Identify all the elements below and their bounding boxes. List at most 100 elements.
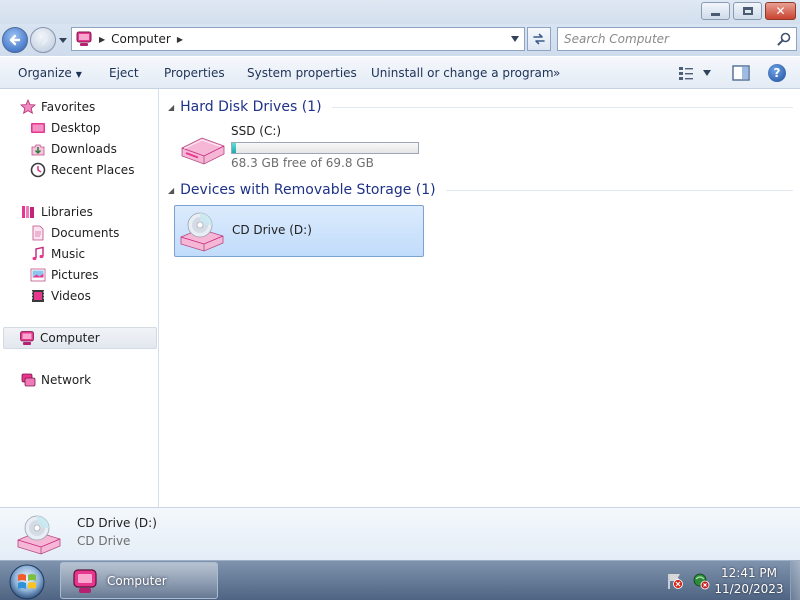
- drive-c-name: SSD (C:): [231, 124, 282, 138]
- star-icon: [20, 99, 36, 115]
- organize-menu[interactable]: Organize ▼: [18, 66, 82, 80]
- change-view-icon[interactable]: [678, 65, 694, 81]
- taskbar-button-computer[interactable]: Computer: [60, 562, 218, 599]
- nav-recent-places[interactable]: Recent Places: [30, 160, 134, 180]
- taskbar: Computer 12:41 PM 11/20/2023: [0, 560, 800, 600]
- group-divider: [445, 189, 793, 191]
- system-properties-button[interactable]: System properties: [247, 66, 357, 80]
- nav-documents[interactable]: Documents: [30, 223, 119, 243]
- window-controls: ✕: [701, 2, 796, 20]
- nav-computer-label: Computer: [40, 331, 100, 345]
- back-button[interactable]: [2, 27, 28, 53]
- nav-libraries[interactable]: Libraries: [20, 202, 93, 222]
- start-button-icon[interactable]: [3, 562, 51, 600]
- minimize-button[interactable]: [701, 2, 730, 20]
- preview-pane-icon[interactable]: [732, 65, 750, 81]
- command-bar: Organize ▼ Eject Properties System proper…: [0, 56, 800, 89]
- forward-button[interactable]: [30, 27, 56, 53]
- cd-drive-icon: [180, 212, 224, 252]
- nav-recent-places-label: Recent Places: [51, 163, 135, 177]
- restore-icon: [742, 7, 753, 15]
- drive-d-item[interactable]: CD Drive (D:): [174, 205, 424, 257]
- videos-icon: [32, 290, 44, 302]
- group-title: Hard Disk Drives (1): [180, 99, 322, 115]
- computer-icon: [20, 331, 34, 345]
- clock-time: 12:41 PM: [721, 566, 777, 580]
- drive-c-free-space: 68.3 GB free of 69.8 GB: [231, 156, 374, 170]
- view-options-dropdown-icon[interactable]: [702, 69, 712, 77]
- pictures-icon: [30, 268, 46, 282]
- help-icon[interactable]: ?: [768, 64, 786, 82]
- nav-favorites[interactable]: Favorites: [20, 97, 95, 117]
- drive-c-usage-fill: [232, 143, 236, 153]
- network-status-icon[interactable]: [692, 572, 710, 590]
- nav-pictures-label: Pictures: [51, 268, 99, 282]
- libraries-icon: [22, 206, 34, 218]
- properties-button[interactable]: Properties: [164, 66, 225, 80]
- nav-network-label: Network: [41, 373, 92, 387]
- more-commands-button[interactable]: »: [553, 66, 560, 80]
- music-icon: [32, 246, 44, 261]
- nav-documents-label: Documents: [51, 226, 120, 240]
- desktop-icon: [31, 123, 45, 133]
- navigation-pane: Favorites Desktop Downloads Recent Place…: [0, 89, 159, 507]
- uninstall-program-button[interactable]: Uninstall or change a program: [371, 66, 554, 80]
- computer-icon: [73, 568, 97, 593]
- nav-videos[interactable]: Videos: [30, 286, 91, 306]
- eject-button[interactable]: Eject: [109, 66, 139, 80]
- drive-c-usage-bar: [231, 142, 419, 154]
- refresh-icon: [533, 33, 545, 45]
- search-input[interactable]: [564, 29, 776, 49]
- nav-videos-label: Videos: [51, 289, 91, 303]
- network-icon: [21, 373, 36, 387]
- organize-chevron-down-icon: ▼: [75, 70, 82, 79]
- group-title: Devices with Removable Storage (1): [180, 182, 436, 198]
- content-area: ◢ Hard Disk Drives (1) SSD (C:) 68.3 GB …: [160, 89, 800, 507]
- search-box[interactable]: [557, 27, 797, 51]
- nav-desktop-label: Desktop: [51, 121, 101, 135]
- clock[interactable]: 12:41 PM 11/20/2023: [712, 565, 786, 597]
- nav-downloads-label: Downloads: [51, 142, 117, 156]
- nav-music[interactable]: Music: [30, 244, 85, 264]
- nav-desktop[interactable]: Desktop: [30, 118, 101, 138]
- nav-computer[interactable]: Computer: [3, 327, 157, 349]
- show-desktop-button[interactable]: [790, 561, 800, 600]
- documents-icon: [32, 225, 44, 241]
- nav-pictures[interactable]: Pictures: [30, 265, 99, 285]
- details-item-name: CD Drive (D:): [77, 516, 157, 530]
- hard-drive-icon: [181, 137, 225, 165]
- drive-c-item[interactable]: SSD (C:) 68.3 GB free of 69.8 GB: [178, 122, 423, 172]
- address-row: ▶ Computer ▶: [0, 24, 800, 56]
- details-pane: CD Drive (D:) CD Drive: [0, 507, 800, 560]
- collapse-group-icon[interactable]: ◢: [168, 186, 174, 195]
- address-history-dropdown-icon[interactable]: [510, 35, 520, 43]
- group-header-removable-storage[interactable]: ◢ Devices with Removable Storage (1): [168, 180, 793, 200]
- action-center-flag-icon[interactable]: [666, 572, 684, 590]
- breadcrumb-computer[interactable]: Computer: [111, 32, 171, 46]
- nav-music-label: Music: [51, 247, 86, 261]
- nav-favorites-label: Favorites: [41, 100, 96, 114]
- recent-pages-dropdown-icon[interactable]: [58, 35, 68, 45]
- drive-d-name: CD Drive (D:): [232, 223, 312, 237]
- group-header-hard-disk-drives[interactable]: ◢ Hard Disk Drives (1): [168, 97, 793, 117]
- nav-libraries-label: Libraries: [41, 205, 93, 219]
- collapse-group-icon[interactable]: ◢: [168, 103, 174, 112]
- back-arrow-icon: [9, 34, 21, 46]
- recent-places-icon: [30, 162, 46, 178]
- close-button[interactable]: ✕: [765, 2, 796, 20]
- details-item-type: CD Drive: [77, 534, 131, 548]
- clock-date: 11/20/2023: [714, 582, 784, 596]
- search-icon[interactable]: [776, 31, 792, 47]
- nav-downloads[interactable]: Downloads: [30, 139, 117, 159]
- address-bar[interactable]: ▶ Computer ▶: [71, 27, 525, 51]
- minimize-icon: [711, 12, 720, 16]
- title-bar: ✕: [0, 0, 800, 24]
- breadcrumb-separator-icon[interactable]: ▶: [99, 35, 105, 44]
- nav-network[interactable]: Network: [20, 370, 91, 390]
- breadcrumb-chevron-icon[interactable]: ▶: [177, 35, 183, 44]
- group-divider: [331, 106, 793, 108]
- cd-drive-icon: [17, 515, 61, 555]
- restore-button[interactable]: [733, 2, 762, 20]
- refresh-button[interactable]: [527, 27, 551, 51]
- computer-icon: [76, 31, 92, 46]
